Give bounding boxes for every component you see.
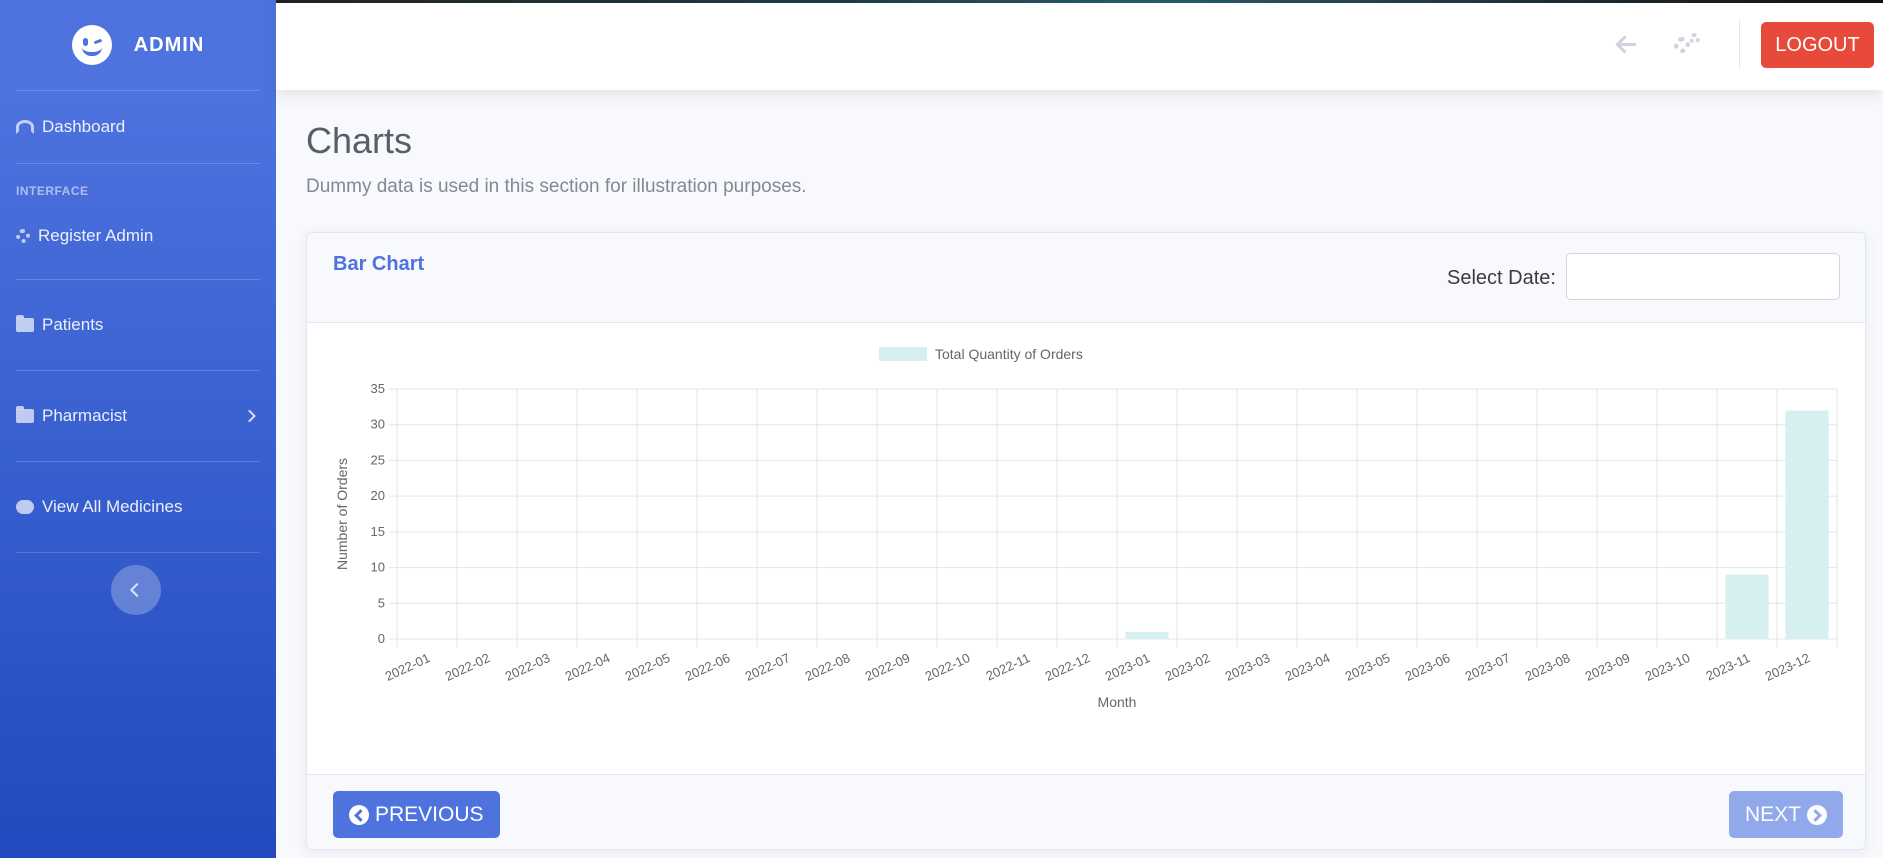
chart-area: 0 5 10 15 20 25 30 35 2022-01 2022-02 2022-03 2022-… bbox=[307, 324, 1865, 774]
sidebar-item-label: View All Medicines bbox=[42, 497, 183, 516]
x-tick-label: 2023-12 bbox=[1763, 650, 1813, 684]
card-footer: PREVIOUS NEXT bbox=[307, 774, 1865, 849]
y-tick-label: 20 bbox=[371, 488, 385, 503]
x-tick-label: 2023-08 bbox=[1523, 650, 1573, 684]
x-tick-label: 2022-06 bbox=[683, 650, 733, 684]
x-tick-label: 2022-09 bbox=[863, 650, 913, 684]
x-tick-label: 2023-01 bbox=[1103, 650, 1153, 684]
arrow-circle-right-icon bbox=[1807, 804, 1827, 825]
x-tick-label: 2022-03 bbox=[503, 650, 553, 684]
bar bbox=[1785, 410, 1829, 639]
page-title: Charts bbox=[306, 120, 413, 161]
sidebar-item-label: Register Admin bbox=[38, 225, 154, 245]
card-header: Bar Chart Select Date: bbox=[307, 233, 1865, 323]
y-axis-label: Number of Orders bbox=[334, 458, 350, 570]
sidebar-item-dashboard[interactable]: Dashboard bbox=[0, 91, 276, 163]
date-label: Select Date: bbox=[1447, 267, 1556, 289]
sidebar-toggle-button[interactable] bbox=[111, 565, 161, 615]
x-tick-label: 2023-02 bbox=[1163, 650, 1213, 684]
topbar-divider bbox=[1739, 20, 1740, 68]
laugh-wink-icon bbox=[71, 25, 112, 65]
x-tick-label: 2023-09 bbox=[1583, 650, 1633, 684]
x-tick-label: 2022-04 bbox=[563, 650, 613, 684]
pills-icon bbox=[16, 500, 34, 514]
topbar-stripe bbox=[276, 0, 1883, 3]
next-label: NEXT bbox=[1744, 802, 1801, 826]
sidebar-divider bbox=[16, 163, 260, 164]
x-tick-label: 2022-07 bbox=[743, 650, 793, 684]
sidebar-item-patients[interactable]: Patients bbox=[0, 280, 276, 370]
dashboard-icon bbox=[16, 120, 34, 134]
bar bbox=[1725, 574, 1769, 639]
sidebar-heading: INTERFACE bbox=[16, 184, 89, 198]
legend-swatch bbox=[879, 347, 927, 361]
sidebar-item-label: Dashboard bbox=[42, 117, 126, 136]
x-tick-label: 2022-11 bbox=[984, 650, 1033, 683]
bar bbox=[1125, 631, 1169, 639]
card-title: Bar Chart bbox=[333, 253, 425, 275]
next-button[interactable]: NEXT bbox=[1728, 791, 1843, 838]
sidebar-item-pharmacist[interactable]: Pharmacist bbox=[0, 371, 276, 461]
folder-icon bbox=[16, 406, 34, 423]
y-tick-label: 5 bbox=[378, 595, 385, 610]
gear-icon bbox=[16, 228, 30, 243]
page-subtitle: Dummy data is used in this section for i… bbox=[306, 176, 807, 197]
y-tick-label: 25 bbox=[371, 452, 385, 467]
legend-label: Total Quantity of Orders bbox=[935, 346, 1083, 362]
y-tick-label: 0 bbox=[378, 631, 385, 646]
cogs-icon[interactable] bbox=[1674, 33, 1700, 55]
sidebar-item-view-all-medicines[interactable]: View All Medicines bbox=[0, 462, 276, 552]
sidebar-brand[interactable]: ADMIN bbox=[0, 0, 276, 90]
previous-label: PREVIOUS bbox=[375, 802, 484, 826]
x-tick-label: 2023-06 bbox=[1403, 650, 1453, 684]
x-tick-label: 2022-12 bbox=[1043, 650, 1093, 684]
brand-text: ADMIN bbox=[133, 33, 205, 56]
x-tick-label: 2023-03 bbox=[1223, 650, 1273, 684]
sidebar-item-label: Pharmacist bbox=[42, 406, 128, 425]
chart-card: Bar Chart Select Date: 0 5 10 15 20 25 30 35 202… bbox=[306, 232, 1866, 850]
date-input[interactable] bbox=[1566, 253, 1840, 300]
folder-icon bbox=[16, 315, 34, 332]
sidebar-item-label: Patients bbox=[42, 315, 104, 334]
bar-chart: 0 5 10 15 20 25 30 35 2022-01 2022-02 2022-03 2022-… bbox=[334, 346, 1838, 710]
x-tick-label: 2022-02 bbox=[443, 650, 493, 684]
y-tick-label: 35 bbox=[371, 381, 385, 396]
topbar: LOGOUT bbox=[276, 0, 1883, 90]
y-tick-label: 10 bbox=[371, 560, 385, 575]
x-tick-label: 2022-05 bbox=[623, 650, 673, 684]
x-axis-label: Month bbox=[1098, 694, 1137, 710]
arrow-circle-left-icon bbox=[349, 804, 369, 825]
x-tick-label: 2022-08 bbox=[803, 650, 853, 684]
arrow-left-icon[interactable] bbox=[1616, 34, 1638, 54]
x-tick-label: 2023-07 bbox=[1463, 650, 1513, 684]
x-tick-label: 2023-04 bbox=[1283, 650, 1333, 684]
previous-button[interactable]: PREVIOUS bbox=[333, 791, 500, 838]
sidebar-divider bbox=[16, 552, 260, 553]
y-tick-label: 15 bbox=[371, 524, 385, 539]
x-tick-label: 2022-10 bbox=[923, 650, 973, 684]
x-tick-label: 2023-10 bbox=[1643, 650, 1693, 684]
sidebar: ADMIN Dashboard INTERFACE Register Admin… bbox=[0, 0, 276, 858]
logout-button[interactable]: LOGOUT bbox=[1761, 22, 1874, 68]
y-tick-label: 30 bbox=[371, 417, 385, 432]
x-tick-label: 2023-11 bbox=[1704, 650, 1753, 683]
sidebar-item-register-admin[interactable]: Register Admin bbox=[0, 208, 276, 263]
x-tick-label: 2022-01 bbox=[383, 650, 433, 684]
x-tick-label: 2023-05 bbox=[1343, 650, 1393, 684]
chevron-right-icon bbox=[243, 409, 256, 423]
